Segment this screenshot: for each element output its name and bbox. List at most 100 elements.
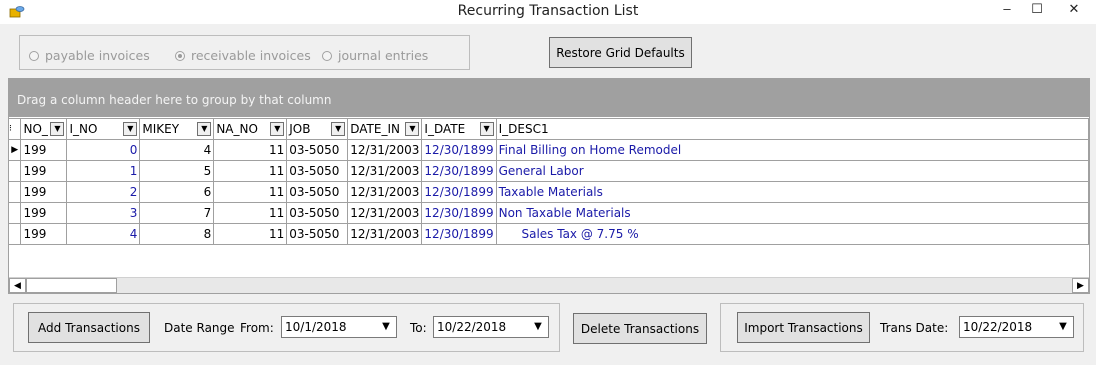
row-indicator <box>9 202 22 224</box>
cell-date-in[interactable]: 12/31/2003 <box>347 223 423 245</box>
to-date-dropdown[interactable]: 10/22/2018 ▼ <box>433 316 549 338</box>
maximize-icon[interactable]: ☐ <box>1022 0 1052 22</box>
cell-mikey[interactable]: 8 <box>139 223 215 245</box>
table-row[interactable]: ▶ 199 0 4 11 03-5050 12/31/2003 12/30/18… <box>9 139 1090 161</box>
column-chooser-icon[interactable]: ⁝ <box>9 118 22 140</box>
filter-dropdown-icon[interactable]: ▼ <box>123 122 138 136</box>
to-label: To: <box>410 321 427 335</box>
cell-mikey[interactable]: 4 <box>139 139 215 161</box>
column-header-job[interactable]: JOB ▼ <box>286 118 349 140</box>
cell-na-no[interactable]: 11 <box>213 160 288 182</box>
dropdown-arrow-icon[interactable]: ▼ <box>379 320 393 334</box>
column-header-i-desc1[interactable]: I_DESC1 <box>496 118 1090 140</box>
cell-i-no[interactable]: 0 <box>66 139 141 161</box>
cell-i-date[interactable]: 12/30/1899 <box>421 223 497 245</box>
add-transactions-button[interactable]: Add Transactions <box>28 312 150 343</box>
cell-no[interactable]: 199 <box>20 181 68 203</box>
cell-i-no[interactable]: 3 <box>66 202 141 224</box>
filter-dropdown-icon[interactable]: ▼ <box>405 122 420 136</box>
row-indicator <box>9 181 22 203</box>
dropdown-arrow-icon[interactable]: ▼ <box>1056 320 1070 334</box>
filter-dropdown-icon[interactable]: ▼ <box>331 122 346 136</box>
column-header-na-no[interactable]: NA_NO ▼ <box>213 118 288 140</box>
date-range-panel: Add Transactions Date Range From: 10/1/2… <box>13 303 560 352</box>
group-by-hint: Drag a column header here to group by th… <box>17 93 332 107</box>
horizontal-scrollbar[interactable]: ◀ ▶ <box>9 277 1089 293</box>
group-by-panel[interactable]: Drag a column header here to group by th… <box>9 79 1089 117</box>
cell-na-no[interactable]: 11 <box>213 181 288 203</box>
table-row[interactable]: 199 1 5 11 03-5050 12/31/2003 12/30/1899… <box>9 160 1090 182</box>
radio-journal-entries[interactable]: journal entries <box>322 48 428 63</box>
cell-mikey[interactable]: 6 <box>139 181 215 203</box>
scroll-right-icon[interactable]: ▶ <box>1072 278 1089 293</box>
title-bar: Recurring Transaction List – ☐ ✕ <box>0 0 1096 24</box>
restore-grid-defaults-button[interactable]: Restore Grid Defaults <box>549 37 692 68</box>
radio-label: payable invoices <box>45 48 150 63</box>
filter-dropdown-icon[interactable]: ▼ <box>50 122 65 136</box>
import-transactions-button[interactable]: Import Transactions <box>737 312 870 343</box>
cell-i-date[interactable]: 12/30/1899 <box>421 202 497 224</box>
column-header-i-no[interactable]: I_NO ▼ <box>66 118 141 140</box>
filter-dropdown-icon[interactable]: ▼ <box>270 122 285 136</box>
table-row[interactable]: 199 2 6 11 03-5050 12/31/2003 12/30/1899… <box>9 181 1090 203</box>
cell-na-no[interactable]: 11 <box>213 139 288 161</box>
cell-i-desc1[interactable]: Sales Tax @ 7.75 % <box>496 223 1090 245</box>
to-date-value: 10/22/2018 <box>437 320 507 334</box>
cell-i-no[interactable]: 1 <box>66 160 141 182</box>
from-date-dropdown[interactable]: 10/1/2018 ▼ <box>281 316 397 338</box>
cell-i-desc1[interactable]: Taxable Materials <box>496 181 1090 203</box>
transaction-type-group: payable invoices receivable invoices jou… <box>19 35 470 70</box>
cell-na-no[interactable]: 11 <box>213 223 288 245</box>
cell-date-in[interactable]: 12/31/2003 <box>347 160 423 182</box>
window-title: Recurring Transaction List <box>457 3 639 19</box>
cell-i-desc1[interactable]: General Labor <box>496 160 1090 182</box>
column-header-date-in[interactable]: DATE_IN ▼ <box>347 118 423 140</box>
radio-unchecked-icon <box>29 51 39 61</box>
cell-job[interactable]: 03-5050 <box>286 160 349 182</box>
dropdown-arrow-icon[interactable]: ▼ <box>531 320 545 334</box>
row-indicator <box>9 160 22 182</box>
cell-i-date[interactable]: 12/30/1899 <box>421 139 497 161</box>
cell-no[interactable]: 199 <box>20 139 68 161</box>
table-row[interactable]: 199 3 7 11 03-5050 12/31/2003 12/30/1899… <box>9 202 1090 224</box>
column-header-no[interactable]: NO_ ▼ <box>20 118 68 140</box>
cell-na-no[interactable]: 11 <box>213 202 288 224</box>
cell-date-in[interactable]: 12/31/2003 <box>347 202 423 224</box>
cell-date-in[interactable]: 12/31/2003 <box>347 139 423 161</box>
header-row: ⁝ NO_ ▼ I_NO ▼ MIKEY ▼ NA_NO ▼ JOB ▼ DATE_IN ▼… <box>9 118 1090 140</box>
filter-dropdown-icon[interactable]: ▼ <box>479 122 494 136</box>
cell-job[interactable]: 03-5050 <box>286 223 349 245</box>
cell-i-no[interactable]: 4 <box>66 223 141 245</box>
radio-payable-invoices[interactable]: payable invoices <box>29 48 150 63</box>
cell-i-desc1[interactable]: Non Taxable Materials <box>496 202 1090 224</box>
scrollbar-thumb[interactable] <box>26 278 117 293</box>
column-header-mikey[interactable]: MIKEY ▼ <box>139 118 215 140</box>
column-header-label: NA_NO <box>216 122 258 136</box>
from-label: From: <box>240 321 274 335</box>
delete-transactions-button[interactable]: Delete Transactions <box>573 313 707 344</box>
minimize-icon[interactable]: – <box>992 0 1022 22</box>
cell-job[interactable]: 03-5050 <box>286 181 349 203</box>
filter-dropdown-icon[interactable]: ▼ <box>197 122 212 136</box>
cell-no[interactable]: 199 <box>20 160 68 182</box>
scroll-left-icon[interactable]: ◀ <box>9 278 26 293</box>
transactions-table: ⁝ NO_ ▼ I_NO ▼ MIKEY ▼ NA_NO ▼ JOB ▼ DATE_IN ▼… <box>9 118 1090 245</box>
cell-mikey[interactable]: 5 <box>139 160 215 182</box>
cell-i-desc1[interactable]: Final Billing on Home Remodel <box>496 139 1090 161</box>
radio-receivable-invoices[interactable]: receivable invoices <box>175 48 311 63</box>
radio-label: journal entries <box>338 48 429 63</box>
cell-i-date[interactable]: 12/30/1899 <box>421 160 497 182</box>
cell-mikey[interactable]: 7 <box>139 202 215 224</box>
table-row[interactable]: 199 4 8 11 03-5050 12/31/2003 12/30/1899… <box>9 223 1090 245</box>
cell-i-no[interactable]: 2 <box>66 181 141 203</box>
cell-no[interactable]: 199 <box>20 223 68 245</box>
date-range-label: Date Range <box>164 321 235 335</box>
cell-job[interactable]: 03-5050 <box>286 139 349 161</box>
trans-date-dropdown[interactable]: 10/22/2018 ▼ <box>959 316 1074 338</box>
column-header-i-date[interactable]: I_DATE ▼ <box>421 118 497 140</box>
cell-job[interactable]: 03-5050 <box>286 202 349 224</box>
cell-i-date[interactable]: 12/30/1899 <box>421 181 497 203</box>
cell-date-in[interactable]: 12/31/2003 <box>347 181 423 203</box>
cell-no[interactable]: 199 <box>20 202 68 224</box>
close-icon[interactable]: ✕ <box>1052 0 1096 22</box>
